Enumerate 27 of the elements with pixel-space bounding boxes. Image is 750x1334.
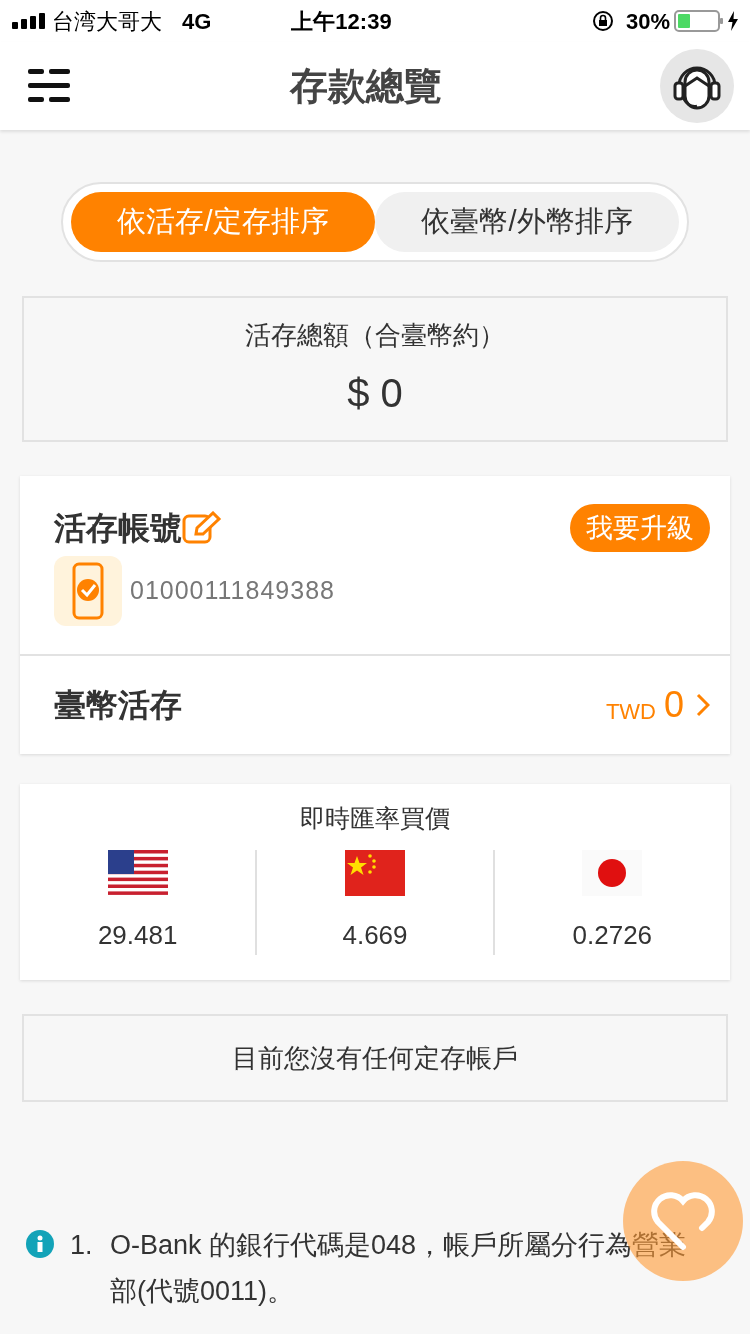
no-fixed-deposit-message: 目前您沒有任何定存帳戶	[232, 1041, 518, 1075]
twd-deposit-row[interactable]: 臺幣活存 TWD 0	[20, 656, 730, 754]
summary-label: 活存總額（合臺幣約）	[245, 318, 505, 352]
info-icon	[26, 1230, 54, 1258]
status-time: 上午12:39	[291, 7, 392, 36]
phone-check-icon	[54, 556, 122, 626]
rates-title: 即時匯率買價	[300, 803, 450, 834]
rate-value: 0.2726	[572, 918, 653, 952]
sort-tab[interactable]: 依臺幣/外幣排序	[375, 192, 679, 252]
charging-icon	[728, 11, 738, 31]
account-number: 01000111849388	[130, 575, 335, 607]
network-type: 4G	[182, 7, 212, 36]
carrier-name: 台湾大哥大	[52, 7, 162, 36]
menu-icon	[28, 69, 70, 103]
account-title: 活存帳號	[54, 509, 182, 548]
flag-icon	[345, 849, 405, 896]
note-number: 1.	[70, 1229, 94, 1262]
rate-value: 4.669	[342, 918, 408, 952]
battery-percent: 30%	[625, 7, 670, 36]
battery-icon	[674, 10, 724, 32]
flag-icon	[107, 849, 168, 896]
rate-value: 29.481	[97, 918, 178, 952]
signal-icon	[12, 13, 48, 29]
page-title: 存款總覽	[288, 63, 443, 109]
chevron-right-icon	[696, 693, 710, 717]
rotation-lock-icon	[591, 10, 614, 32]
summary-amount: $ 0	[347, 369, 403, 417]
